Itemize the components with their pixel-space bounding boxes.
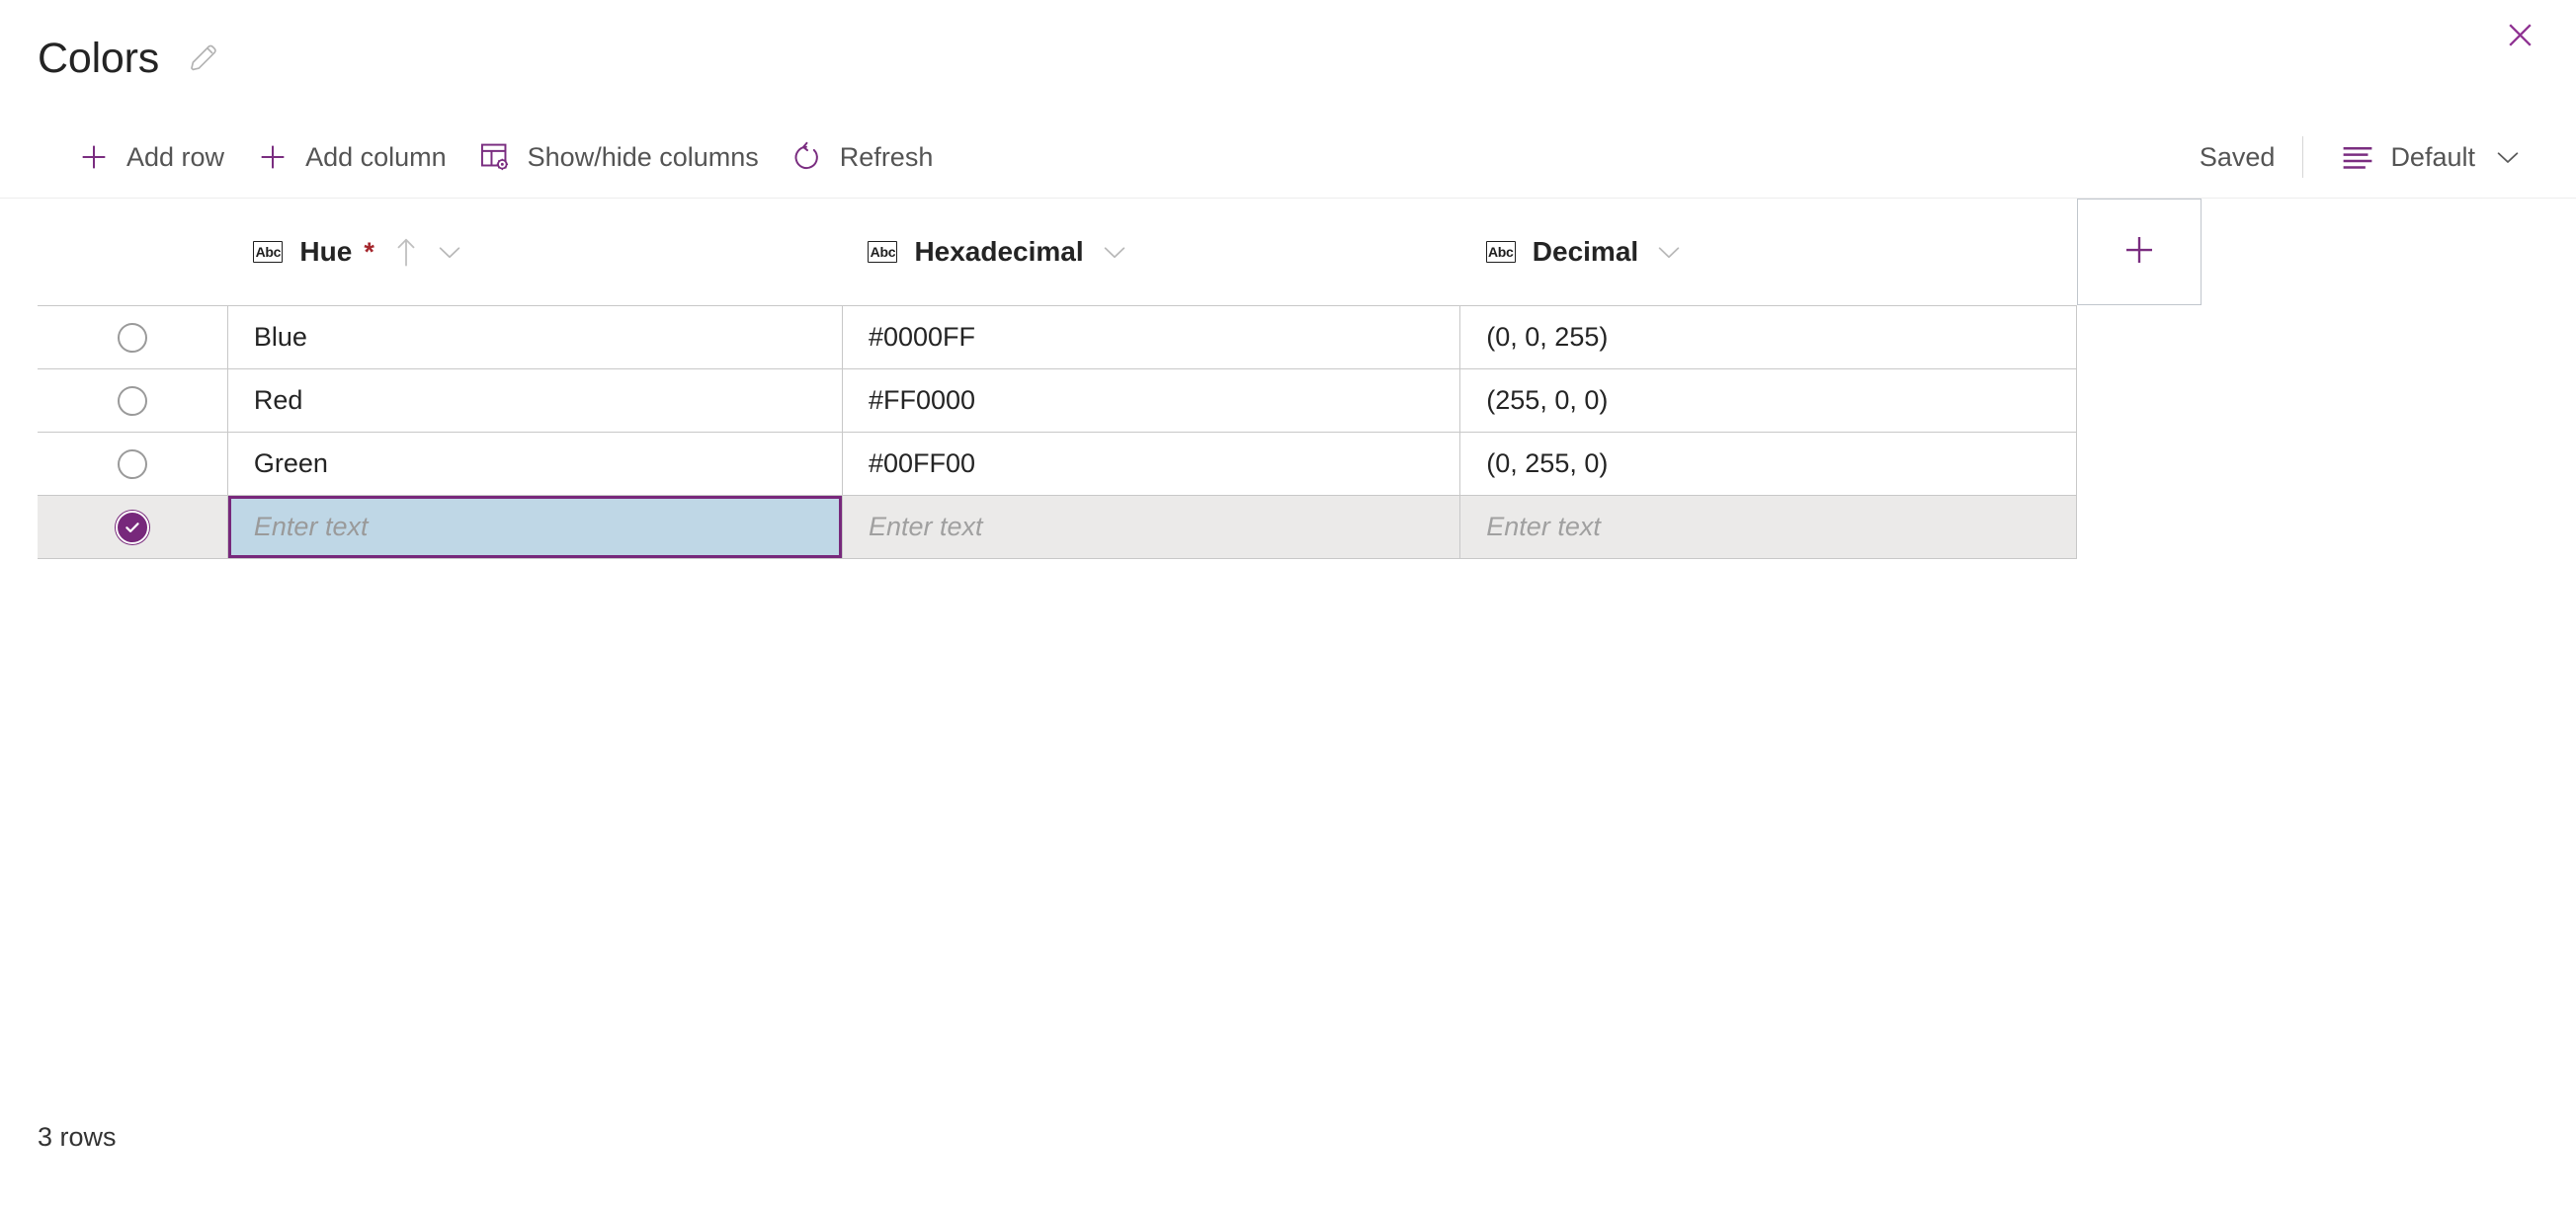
row-select-radio-checked[interactable] (115, 510, 149, 544)
cell-placeholder: Enter text (868, 512, 983, 541)
plus-icon (77, 140, 111, 174)
table-row[interactable]: Green #00FF00 (0, 255, 0) (38, 432, 2077, 496)
column-header-hexadecimal[interactable]: Abc Hexadecimal (842, 199, 1460, 306)
cell-value: (255, 0, 0) (1486, 385, 1609, 415)
row-select-radio[interactable] (117, 448, 147, 479)
refresh-button[interactable]: Refresh (775, 129, 950, 185)
table-row[interactable]: Blue #0000FF (0, 0, 255) (38, 305, 2077, 369)
plus-icon (2120, 231, 2158, 274)
cell-value: #00FF00 (868, 448, 976, 478)
grid-header-row: Abc Hue * Abc Hexadecimal Abc Decimal (38, 199, 2077, 306)
column-header-label: Hue (299, 236, 353, 267)
row-select-radio[interactable] (117, 385, 147, 416)
cell-placeholder: Enter text (253, 512, 369, 541)
text-type-icon: Abc (1485, 241, 1516, 263)
row-count-status: 3 rows (38, 1122, 117, 1152)
cell-decimal-new[interactable]: Enter text (1459, 495, 2077, 559)
row-select-cell[interactable] (38, 368, 228, 433)
cell-hue-editing[interactable]: Enter text (227, 495, 843, 559)
cell-decimal[interactable]: (0, 0, 255) (1459, 305, 2077, 369)
command-bar: Add row Add column Show/hide columns Ref… (0, 117, 2576, 198)
cell-placeholder: Enter text (1486, 512, 1601, 541)
cell-value: #FF0000 (868, 385, 976, 415)
view-selector-label: Default (2390, 141, 2475, 172)
command-bar-left-group: Add row Add column Show/hide columns Ref… (61, 129, 949, 185)
cell-value: Blue (253, 322, 307, 352)
toolbar-divider (2302, 136, 2304, 178)
required-marker: * (364, 236, 374, 267)
table-row[interactable]: Red #FF0000 (255, 0, 0) (38, 368, 2077, 433)
arrow-up-icon[interactable] (393, 235, 419, 269)
row-select-cell[interactable] (38, 432, 228, 496)
show-hide-columns-button[interactable]: Show/hide columns (462, 129, 775, 185)
table-row-new[interactable]: Enter text Enter text Enter text (38, 495, 2077, 559)
refresh-label: Refresh (839, 141, 934, 172)
close-button[interactable] (2489, 7, 2550, 68)
add-row-button[interactable]: Add row (61, 129, 240, 185)
chevron-down-icon[interactable] (1653, 236, 1685, 268)
show-hide-columns-label: Show/hide columns (527, 141, 759, 172)
data-grid-container: Abc Hue * Abc Hexadecimal Abc Decimal Bl… (0, 199, 2576, 559)
edit-title-button[interactable] (181, 36, 226, 81)
cell-decimal[interactable]: (255, 0, 0) (1459, 368, 2077, 433)
cell-hexadecimal[interactable]: #FF0000 (842, 368, 1461, 433)
cell-hexadecimal[interactable]: #00FF00 (842, 432, 1461, 496)
plus-icon (256, 140, 290, 174)
cell-hue[interactable]: Blue (227, 305, 843, 369)
table-settings-icon (478, 140, 512, 174)
view-selector-button[interactable]: Default (2329, 129, 2536, 185)
column-header-decimal[interactable]: Abc Decimal (1459, 199, 2077, 306)
cell-value: Green (253, 448, 328, 478)
save-status-label: Saved (2199, 141, 2276, 172)
add-column-button[interactable]: Add column (240, 129, 462, 185)
grid-body: Blue #0000FF (0, 0, 255) Red #FF0000 (25… (38, 305, 2077, 559)
row-select-cell[interactable] (38, 495, 228, 559)
row-select-cell[interactable] (38, 305, 228, 369)
data-grid: Abc Hue * Abc Hexadecimal Abc Decimal Bl… (38, 199, 2077, 559)
text-type-icon: Abc (253, 241, 284, 263)
view-list-icon (2341, 140, 2374, 174)
column-header-label: Hexadecimal (914, 236, 1084, 267)
cell-value: (0, 255, 0) (1486, 448, 1609, 478)
page-title: Colors (38, 34, 160, 82)
chevron-down-icon (2491, 140, 2525, 174)
add-column-label: Add column (305, 141, 447, 172)
row-select-radio[interactable] (117, 322, 147, 353)
command-bar-right-group: Saved Default (2200, 129, 2536, 185)
column-header-hue[interactable]: Abc Hue * (227, 199, 843, 306)
cell-hexadecimal-new[interactable]: Enter text (842, 495, 1461, 559)
pencil-icon (187, 40, 220, 78)
add-row-label: Add row (126, 141, 225, 172)
cell-value: #0000FF (868, 322, 976, 352)
cell-hue[interactable]: Green (227, 432, 843, 496)
cell-value: Red (253, 385, 303, 415)
header-select-all-cell (38, 199, 228, 306)
chevron-down-icon[interactable] (1099, 236, 1130, 268)
chevron-down-icon[interactable] (434, 236, 465, 268)
title-bar: Colors (0, 0, 2576, 117)
add-column-grid-button[interactable] (2077, 199, 2202, 305)
cell-decimal[interactable]: (0, 255, 0) (1459, 432, 2077, 496)
refresh-icon (790, 140, 824, 174)
text-type-icon: Abc (868, 241, 898, 263)
cell-value: (0, 0, 255) (1486, 322, 1609, 352)
cell-hexadecimal[interactable]: #0000FF (842, 305, 1461, 369)
column-header-label: Decimal (1532, 236, 1639, 267)
cell-hue[interactable]: Red (227, 368, 843, 433)
close-icon (2504, 19, 2536, 56)
